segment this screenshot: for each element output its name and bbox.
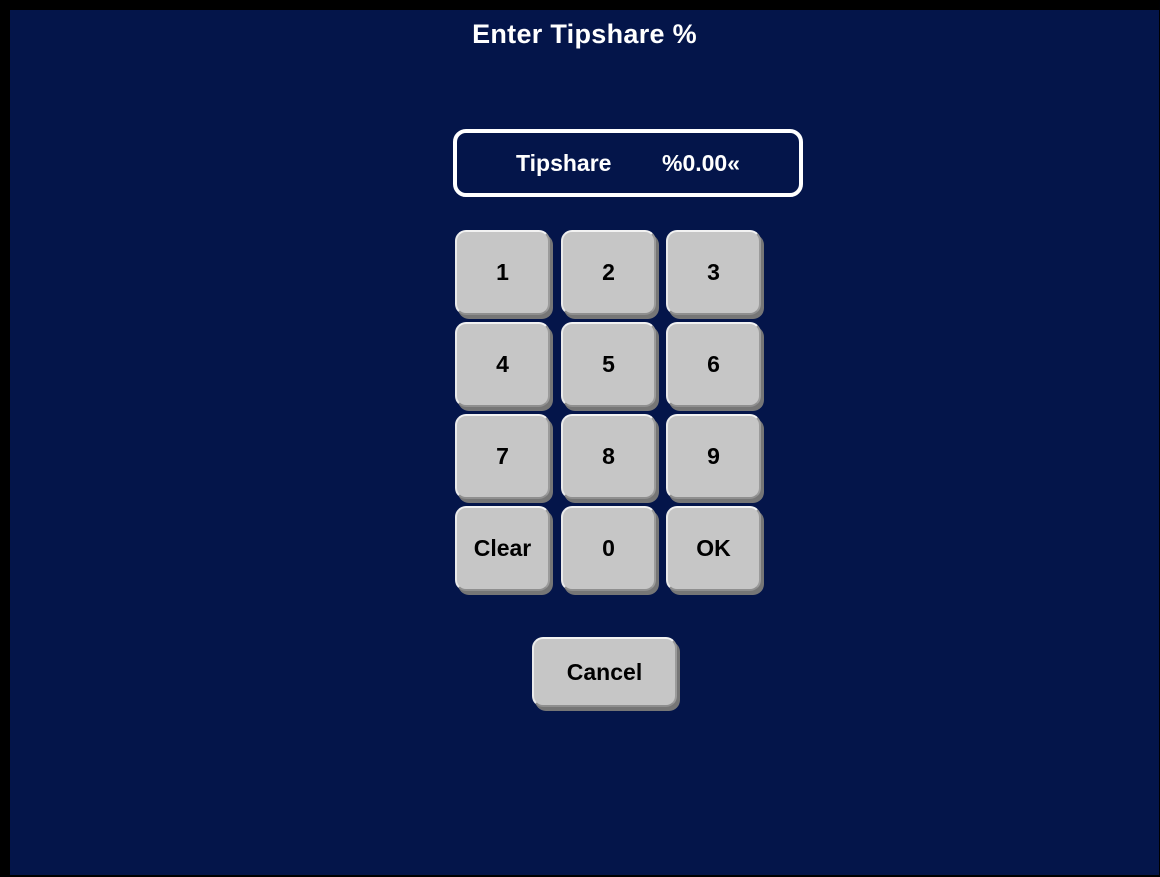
display-label: Tipshare [516,149,612,176]
key-1[interactable]: 1 [455,230,550,315]
pos-screen-frame: Enter Tipshare % Tipshare %0.00« 123 456 7… [0,0,1160,877]
key-7[interactable]: 7 [455,414,550,499]
key-ok[interactable]: OK [666,506,761,591]
key-6[interactable]: 6 [666,322,761,407]
key-8[interactable]: 8 [561,414,656,499]
key-3[interactable]: 3 [666,230,761,315]
key-0[interactable]: 0 [561,506,656,591]
key-4[interactable]: 4 [455,322,550,407]
key-clear[interactable]: Clear [455,506,550,591]
dialog-canvas: Enter Tipshare % Tipshare %0.00« 123 456 7… [10,10,1159,875]
display-value: %0.00« [662,149,741,176]
key-2[interactable]: 2 [561,230,656,315]
tipshare-value-display[interactable]: Tipshare %0.00« [453,129,803,197]
cancel-button[interactable]: Cancel [532,637,677,707]
page-title: Enter Tipshare % [472,19,697,49]
numeric-keypad: 1 2 3 4 5 6 7 8 9 Clear 0 OK [452,227,772,595]
key-9[interactable]: 9 [666,414,761,499]
key-5[interactable]: 5 [561,322,656,407]
